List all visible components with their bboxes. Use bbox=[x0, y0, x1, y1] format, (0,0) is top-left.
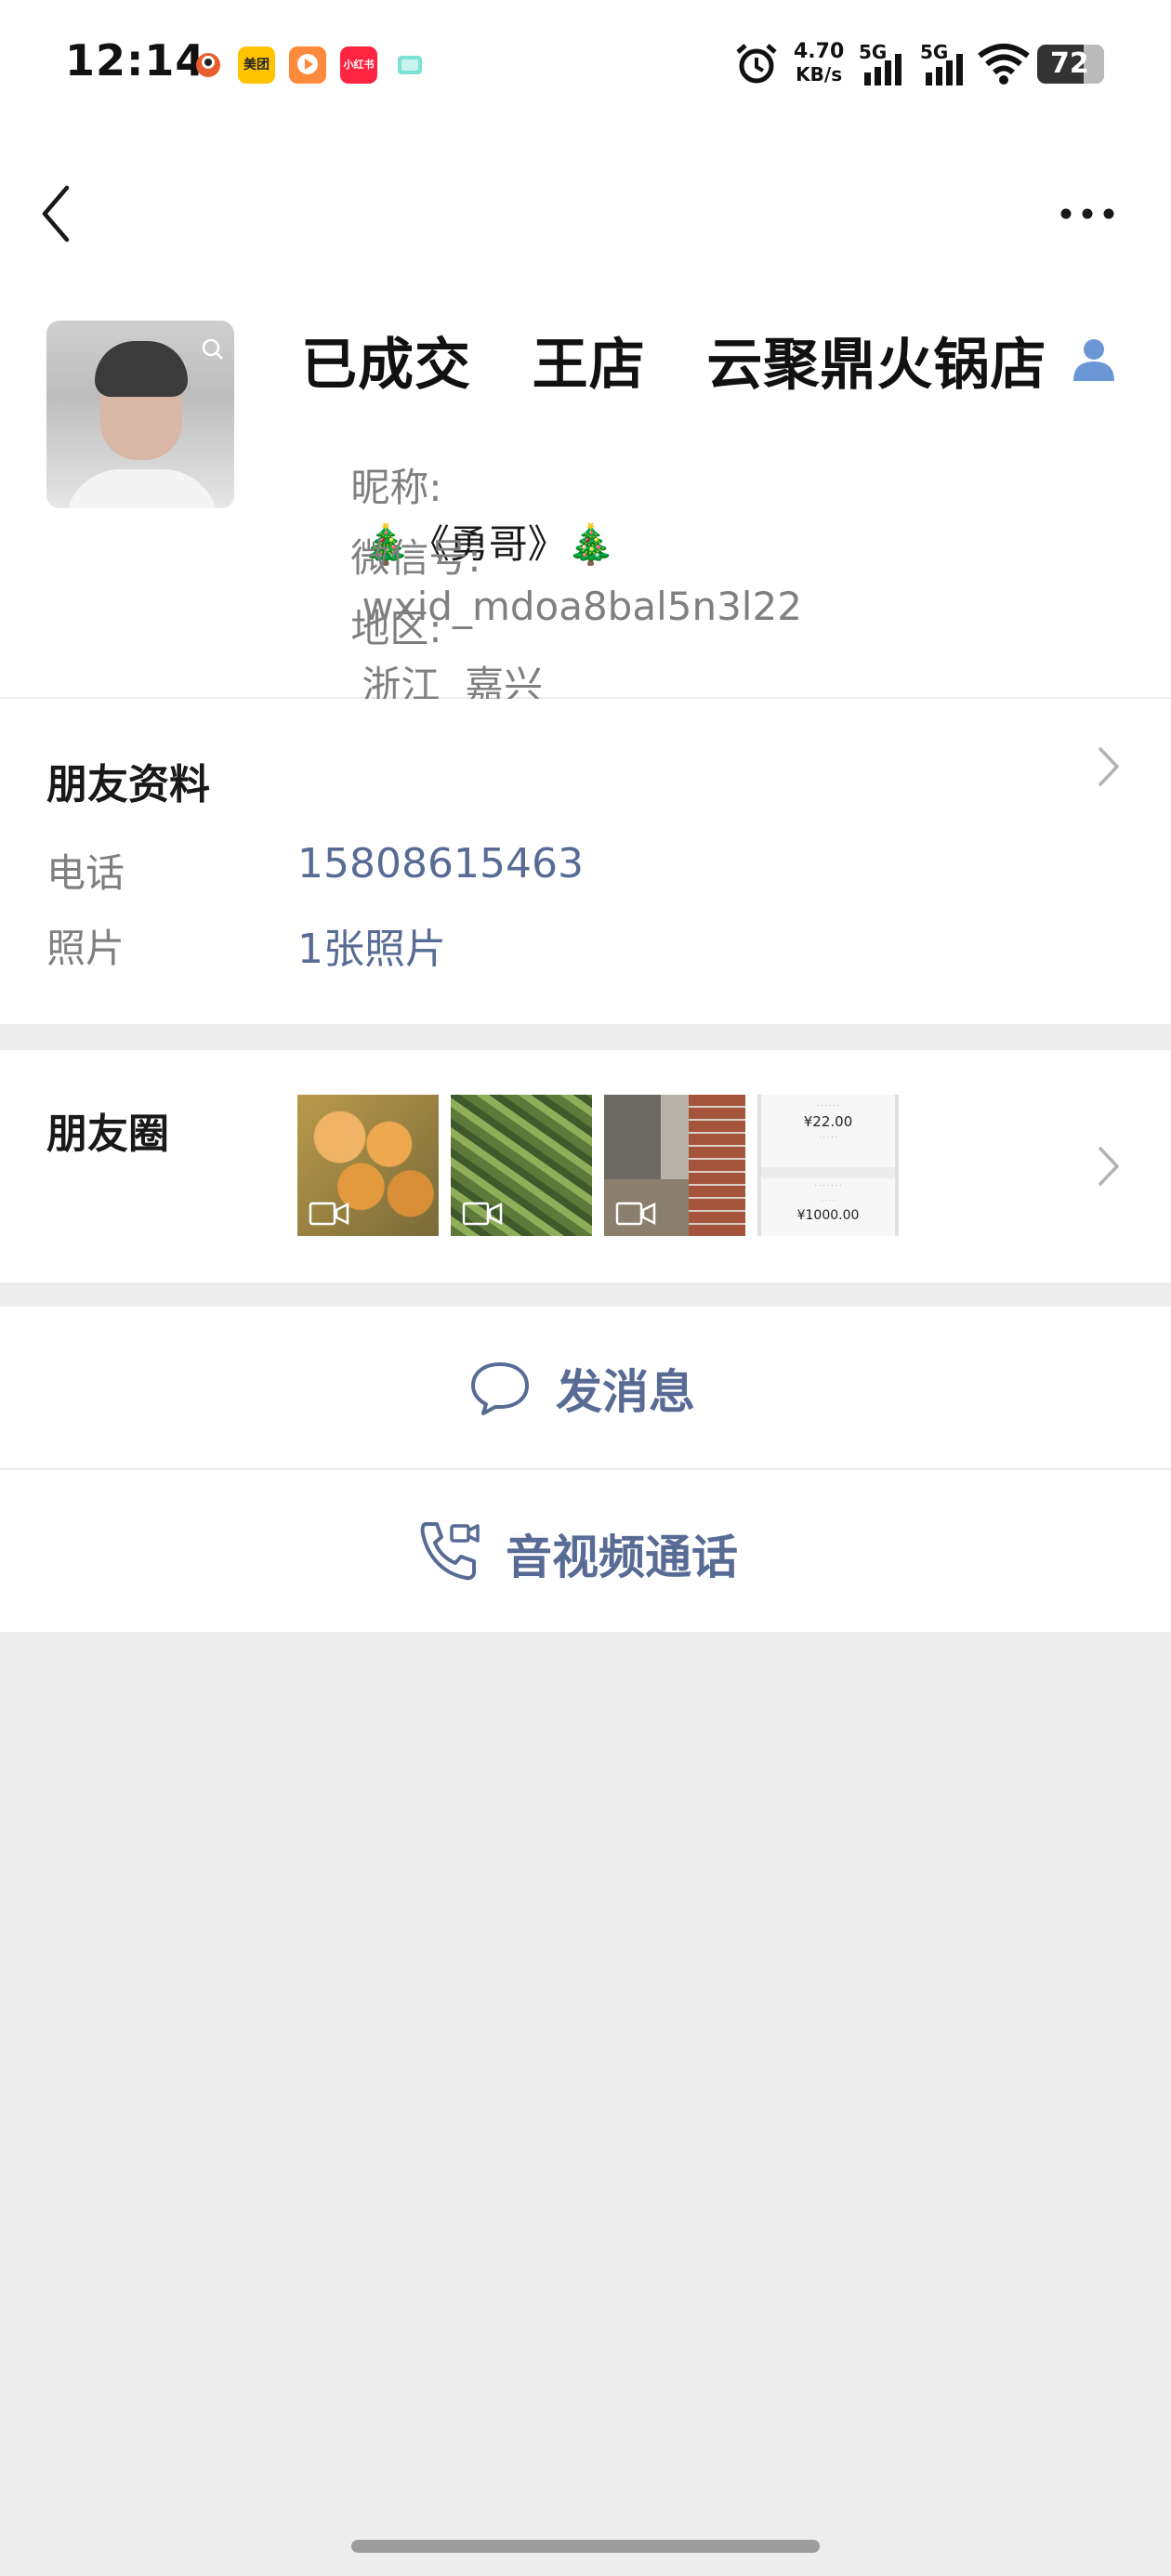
display-name: 已成交 王店 云聚鼎火锅店 bbox=[301, 333, 1047, 398]
more-button[interactable] bbox=[1050, 195, 1125, 232]
phone-label: 电话 bbox=[46, 850, 125, 896]
chevron-right-icon bbox=[1099, 1147, 1119, 1186]
av-call-button[interactable]: 音视频通话 bbox=[0, 1470, 1171, 1632]
moment-thumbnail[interactable] bbox=[297, 1095, 439, 1236]
home-indicator[interactable] bbox=[351, 2540, 820, 2553]
photos-value[interactable]: 1张照片 bbox=[297, 915, 446, 975]
moment-thumbnail[interactable] bbox=[604, 1095, 745, 1236]
receipt-amount-top: ¥22.00 bbox=[803, 1113, 853, 1130]
battery-indicator: 72 bbox=[1037, 45, 1104, 84]
video-icon bbox=[462, 1202, 503, 1226]
more-dots-icon bbox=[1060, 208, 1114, 219]
region-label: 地区: bbox=[350, 606, 442, 651]
meituan-icon: 美团 bbox=[238, 46, 275, 84]
video-call-icon bbox=[420, 1522, 480, 1581]
search-icon bbox=[202, 338, 223, 360]
phone-value[interactable]: 15808615463 bbox=[297, 840, 584, 887]
back-button[interactable] bbox=[37, 177, 93, 251]
status-bar: 12:14 美团 小红书 4.70 KB/s 5G 5G 72 bbox=[0, 0, 1171, 130]
moments-section[interactable]: 朋友圈 · · · · · · ¥22.00 · · · · · · · · ·… bbox=[0, 1050, 1171, 1282]
message-app-icon bbox=[390, 46, 428, 84]
chevron-right-icon bbox=[1099, 747, 1119, 786]
xiaohongshu-icon: 小红书 bbox=[340, 46, 377, 84]
network-speed-value: 4.70 bbox=[794, 40, 845, 63]
nav-bar bbox=[0, 130, 1171, 279]
friend-info-section[interactable]: 朋友资料 电话 15808615463 照片 1张照片 bbox=[0, 699, 1171, 1024]
wifi-icon bbox=[978, 43, 1030, 85]
friend-info-title: 朋友资料 bbox=[46, 761, 210, 808]
app-icon-1 bbox=[190, 46, 227, 84]
chat-bubble-icon bbox=[471, 1362, 529, 1415]
contact-person-icon bbox=[1069, 335, 1119, 385]
av-call-label: 音视频通话 bbox=[506, 1531, 738, 1584]
receipt-amount-bottom: ¥1000.00 bbox=[796, 1208, 860, 1223]
status-time: 12:14 bbox=[65, 35, 206, 85]
moment-thumbnail-receipt[interactable]: · · · · · · ¥22.00 · · · · · · · · · · ·… bbox=[757, 1095, 899, 1236]
send-message-label: 发消息 bbox=[556, 1365, 695, 1419]
alarm-icon bbox=[732, 41, 781, 87]
signal-bars-icon bbox=[924, 54, 967, 85]
network-speed: 4.70 KB/s bbox=[794, 40, 845, 86]
moment-thumbnail[interactable] bbox=[451, 1095, 592, 1236]
video-icon bbox=[615, 1202, 656, 1226]
avatar[interactable] bbox=[46, 321, 234, 508]
send-message-button[interactable]: 发消息 bbox=[0, 1307, 1171, 1468]
battery-level: 72 bbox=[1050, 47, 1089, 80]
photos-label: 照片 bbox=[46, 926, 125, 971]
signal-bars-icon bbox=[862, 54, 905, 85]
profile-header: 已成交 王店 云聚鼎火锅店 昵称: 🎄《勇哥》🎄 微信号: wxid_mdoa8… bbox=[0, 279, 1171, 708]
video-icon bbox=[309, 1202, 349, 1226]
moments-title: 朋友圈 bbox=[46, 1111, 169, 1158]
video-app-icon bbox=[289, 46, 326, 84]
network-speed-unit: KB/s bbox=[796, 63, 843, 85]
chevron-left-icon bbox=[42, 185, 70, 243]
